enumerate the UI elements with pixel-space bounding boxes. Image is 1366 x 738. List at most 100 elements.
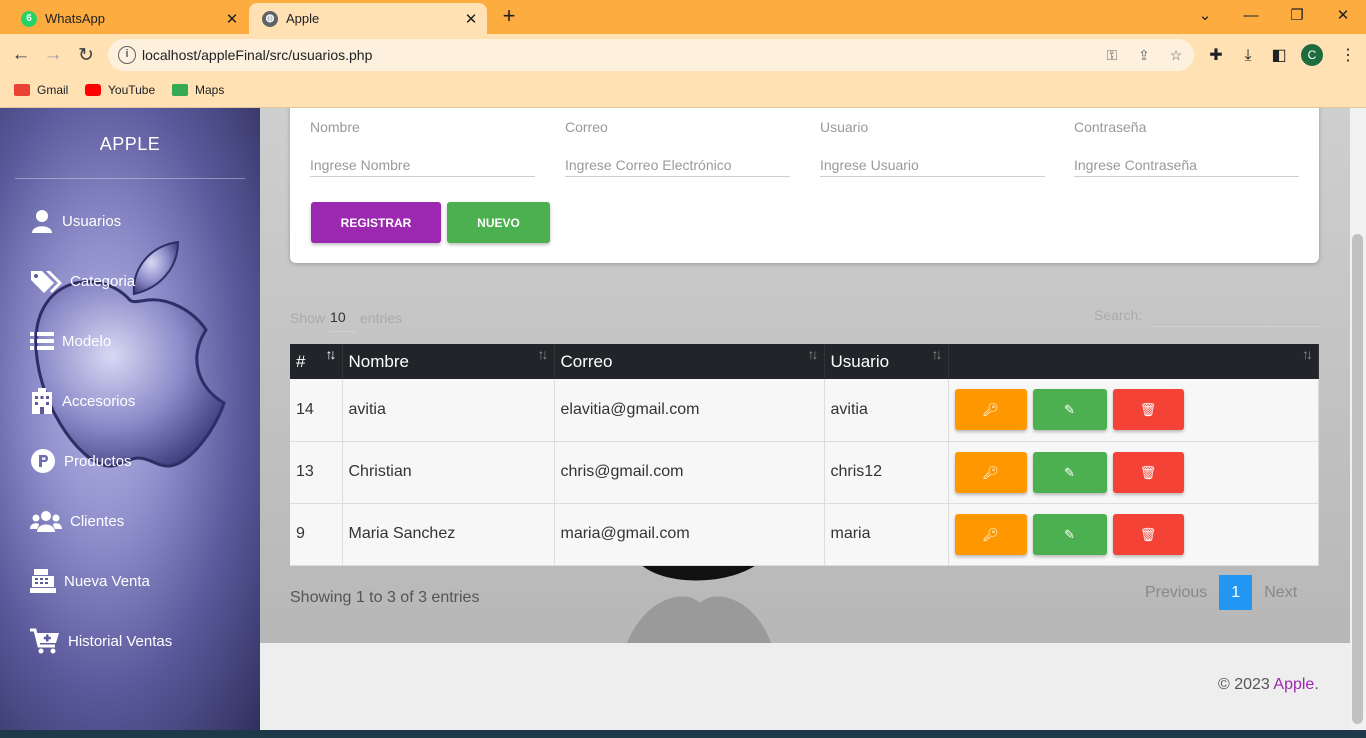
bookmarks-bar: Gmail YouTube Maps (0, 76, 1366, 108)
usuario-field-group: Usuario (820, 119, 1045, 177)
scrollbar-thumb[interactable] (1352, 234, 1363, 724)
cell-nombre: Christian (342, 441, 555, 504)
edit-button[interactable]: ✎ (1032, 451, 1107, 493)
column-header-nombre[interactable]: Nombre ↑↓ (342, 344, 555, 379)
star-icon[interactable]: ☆ (1166, 45, 1186, 65)
close-window-button[interactable]: ✕ (1320, 0, 1366, 30)
previous-page-button[interactable]: Previous (1145, 575, 1207, 610)
usuario-input[interactable] (820, 153, 1045, 177)
close-tab-icon[interactable]: ✕ (222, 9, 242, 29)
cell-usuario: maria (824, 503, 949, 566)
copyright-suffix: . (1314, 676, 1319, 693)
search-input[interactable] (1150, 303, 1321, 327)
bookmark-maps[interactable]: Maps (172, 83, 224, 97)
next-page-button[interactable]: Next (1264, 575, 1297, 610)
edit-icon: ✎ (1064, 526, 1075, 542)
pagination: Previous 1 Next (1145, 575, 1297, 610)
page-scrollbar[interactable] (1350, 108, 1366, 730)
sidebar-item-clientes[interactable]: Clientes (30, 508, 124, 534)
footer-brand-link[interactable]: Apple (1273, 676, 1314, 693)
bookmark-youtube[interactable]: YouTube (85, 83, 155, 97)
sidebar-item-categoria[interactable]: Categoria (30, 268, 135, 294)
menu-dots-icon[interactable]: ⋮ (1337, 45, 1359, 67)
new-tab-button[interactable]: + (497, 5, 521, 29)
sidebar-item-modelo[interactable]: Modelo (30, 328, 111, 354)
column-header-actions[interactable]: ↑↓ (948, 344, 1319, 379)
restore-button[interactable]: ❐ (1274, 0, 1320, 30)
entries-length-select[interactable]: 10 (330, 303, 357, 332)
cash-register-icon (30, 568, 56, 594)
page-1-button[interactable]: 1 (1219, 575, 1253, 610)
tab-apple[interactable]: ◍ Apple ✕ (249, 3, 487, 34)
cell-actions: 🔑︎ ✎ 🗑︎ (948, 441, 1319, 504)
delete-button[interactable]: 🗑︎ (1112, 389, 1184, 431)
tab-title: WhatsApp (45, 11, 105, 26)
registrar-button[interactable]: REGISTRAR (311, 202, 441, 243)
sidebar-item-historial-ventas[interactable]: Historial Ventas (30, 628, 172, 654)
list-icon (30, 328, 54, 354)
download-icon[interactable]: ⤓ (1237, 45, 1259, 67)
length-prefix: Show (290, 309, 326, 326)
extensions-icon[interactable]: ✚ (1205, 45, 1227, 67)
cell-id: 9 (290, 503, 343, 566)
cell-actions: 🔑︎ ✎ 🗑︎ (948, 503, 1319, 566)
side-panel-icon[interactable]: ◧ (1268, 45, 1290, 67)
change-password-button[interactable]: 🔑︎ (954, 451, 1027, 493)
share-icon[interactable]: ⇪ (1134, 45, 1154, 65)
sidebar-item-label: Historial Ventas (68, 632, 173, 650)
cell-nombre: Maria Sanchez (342, 503, 555, 566)
sort-icon: ↑↓ (1302, 346, 1313, 362)
cell-usuario: chris12 (824, 441, 949, 504)
tab-search-chevron-icon[interactable]: ⌄ (1182, 0, 1228, 30)
building-icon (30, 388, 54, 414)
back-button[interactable]: ← (6, 40, 36, 70)
profile-avatar[interactable]: C (1301, 44, 1323, 66)
tab-whatsapp[interactable]: 6 WhatsApp ✕ (8, 3, 248, 34)
site-info-icon[interactable]: i (118, 46, 136, 64)
sort-icon: ↑↓ (931, 346, 943, 362)
globe-icon: ◍ (262, 10, 278, 27)
cell-correo: elavitia@gmail.com (554, 379, 825, 442)
user-form-card: Nombre Correo Usuario Contraseña REGISTR… (290, 108, 1319, 263)
table-info: Showing 1 to 3 of 3 entries (290, 589, 480, 606)
forward-button[interactable]: → (38, 40, 68, 70)
column-header-correo[interactable]: Correo ↑↓ (554, 344, 825, 379)
sidebar-item-productos[interactable]: Productos (30, 448, 132, 474)
delete-button[interactable]: 🗑︎ (1112, 513, 1184, 555)
change-password-button[interactable]: 🔑︎ (954, 389, 1027, 431)
usuario-label: Usuario (820, 119, 869, 135)
minimize-button[interactable]: — (1228, 0, 1274, 30)
column-header-id[interactable]: # ↑↓ (290, 344, 343, 379)
address-bar[interactable]: i localhost/appleFinal/src/usuarios.php … (108, 39, 1194, 71)
sidebar-item-accesorios[interactable]: Accesorios (30, 388, 135, 414)
brand-divider (15, 178, 245, 179)
correo-input[interactable] (565, 153, 790, 177)
edit-icon: ✎ (1064, 402, 1075, 418)
sort-icon: ↑↓ (807, 346, 819, 362)
sort-icon: ↑↓ (537, 346, 549, 362)
column-header-usuario[interactable]: Usuario ↑↓ (824, 344, 949, 379)
change-password-button[interactable]: 🔑︎ (954, 513, 1027, 555)
delete-button[interactable]: 🗑︎ (1112, 451, 1184, 493)
trash-icon: 🗑︎ (1139, 464, 1157, 480)
trash-icon: 🗑︎ (1139, 526, 1157, 542)
nombre-field-group: Nombre (310, 119, 535, 177)
column-header-label: Nombre (348, 351, 409, 371)
edit-button[interactable]: ✎ (1032, 389, 1107, 431)
url-text[interactable]: localhost/appleFinal/src/usuarios.php (142, 47, 372, 63)
edit-button[interactable]: ✎ (1032, 513, 1107, 555)
key-icon[interactable]: ⚿ (1102, 45, 1122, 65)
nombre-input[interactable] (310, 153, 535, 177)
sidebar-item-usuarios[interactable]: Usuarios (30, 208, 121, 234)
table-search: Search: (1094, 303, 1321, 327)
sidebar-item-nueva-venta[interactable]: Nueva Venta (30, 568, 150, 594)
close-tab-icon[interactable]: ✕ (461, 9, 481, 29)
bookmark-gmail[interactable]: Gmail (14, 83, 68, 97)
sidebar-item-label: Usuarios (62, 212, 122, 230)
nuevo-button[interactable]: NUEVO (447, 202, 550, 243)
reload-button[interactable]: ↻ (71, 40, 101, 70)
sidebar-item-label: Nueva Venta (64, 572, 150, 590)
edit-icon: ✎ (1064, 464, 1075, 480)
main-content: Nombre Correo Usuario Contraseña REGISTR… (260, 108, 1350, 643)
contrasena-input[interactable] (1074, 153, 1299, 177)
